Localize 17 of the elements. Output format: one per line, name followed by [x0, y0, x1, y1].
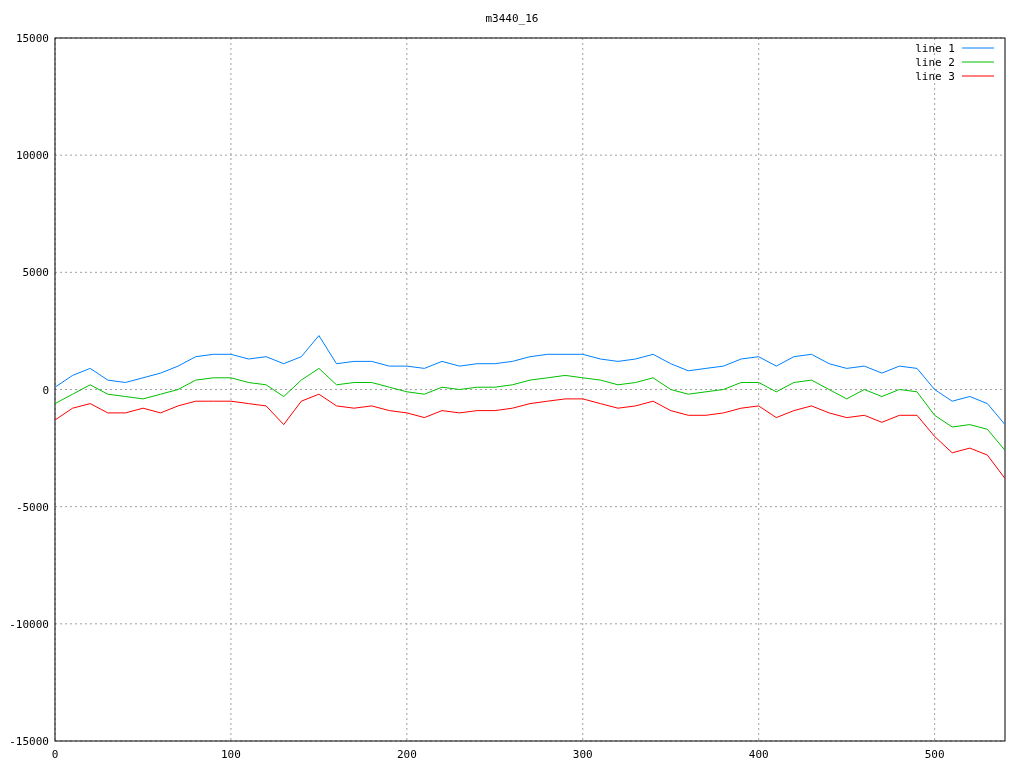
tick-label: 400 — [748, 748, 769, 761]
tick-label: -15000 — [9, 735, 49, 748]
legend-label: line 3 — [915, 70, 955, 83]
chart-title: m3440_16 — [485, 12, 539, 25]
tick-label: 500 — [924, 748, 945, 761]
tick-label: -10000 — [9, 617, 49, 631]
tick-label: 15000 — [15, 32, 49, 45]
tick-label: 100 — [221, 748, 241, 761]
tick-label: 10000 — [15, 149, 49, 163]
tick-label: 0 — [42, 383, 49, 397]
legend-label: line 1 — [915, 42, 955, 55]
tick-label: 200 — [396, 748, 417, 761]
tick-label: 300 — [572, 748, 593, 761]
tick-label: 5000 — [22, 266, 49, 280]
tick-label: -5000 — [15, 500, 49, 514]
legend-label: line 2 — [915, 56, 955, 69]
tick-label: 0 — [51, 748, 59, 761]
